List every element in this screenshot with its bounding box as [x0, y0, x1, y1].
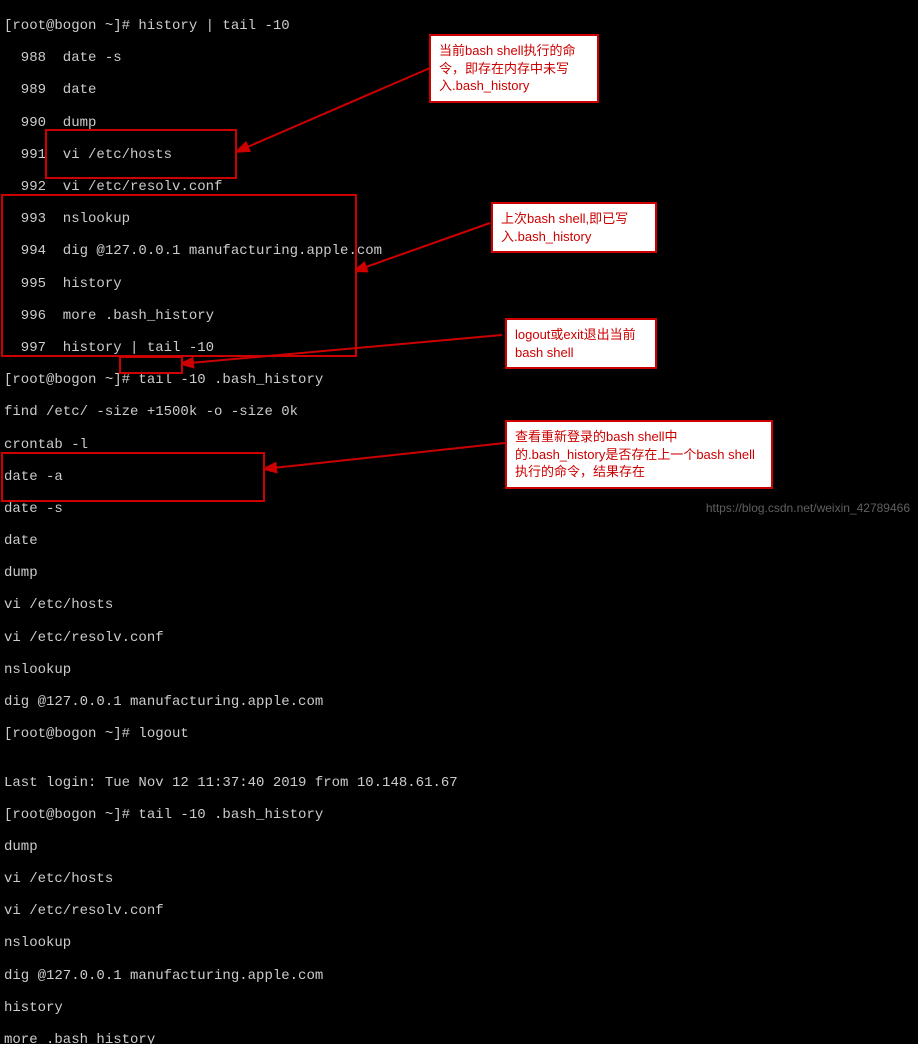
bashhist-line: date: [4, 533, 914, 549]
history-line: 994 dig @127.0.0.1 manufacturing.apple.c…: [4, 243, 914, 259]
bashhist2-line: history: [4, 1000, 914, 1016]
bashhist2-line: dump: [4, 839, 914, 855]
bashhist-line: vi /etc/hosts: [4, 597, 914, 613]
bashhist-line: nslookup: [4, 662, 914, 678]
watermark-text: https://blog.csdn.net/weixin_42789466: [706, 502, 910, 516]
history-line: 995 history: [4, 276, 914, 292]
history-line: 996 more .bash_history: [4, 308, 914, 324]
bashhist2-line: vi /etc/resolv.conf: [4, 903, 914, 919]
bashhist-line: dump: [4, 565, 914, 581]
prompt-line[interactable]: [root@bogon ~]# logout: [4, 726, 914, 742]
callout-current-shell: 当前bash shell执行的命令，即存在内存中未写入.bash_history: [429, 34, 599, 103]
bashhist2-line: nslookup: [4, 935, 914, 951]
callout-verify: 查看重新登录的bash shell中的.bash_history是否存在上一个b…: [505, 420, 773, 489]
history-line: 991 vi /etc/hosts: [4, 147, 914, 163]
history-line: 990 dump: [4, 115, 914, 131]
prompt-line[interactable]: [root@bogon ~]# tail -10 .bash_history: [4, 807, 914, 823]
bashhist2-line: dig @127.0.0.1 manufacturing.apple.com: [4, 968, 914, 984]
bashhist2-line: more .bash_history: [4, 1032, 914, 1044]
history-line: 997 history | tail -10: [4, 340, 914, 356]
lastlogin-line: Last login: Tue Nov 12 11:37:40 2019 fro…: [4, 775, 914, 791]
history-line: 993 nslookup: [4, 211, 914, 227]
prompt-line[interactable]: [root@bogon ~]# tail -10 .bash_history: [4, 372, 914, 388]
history-line: 992 vi /etc/resolv.conf: [4, 179, 914, 195]
prompt-line[interactable]: [root@bogon ~]# history | tail -10: [4, 18, 914, 34]
terminal-output: [root@bogon ~]# history | tail -10 988 d…: [0, 0, 918, 1044]
bashhist-line: vi /etc/resolv.conf: [4, 630, 914, 646]
callout-prev-shell: 上次bash shell,即已写入.bash_history: [491, 202, 657, 253]
bashhist-line: dig @127.0.0.1 manufacturing.apple.com: [4, 694, 914, 710]
bashhist-line: find /etc/ -size +1500k -o -size 0k: [4, 404, 914, 420]
bashhist2-line: vi /etc/hosts: [4, 871, 914, 887]
bashhist-line: date -a: [4, 469, 914, 485]
callout-logout: logout或exit退出当前bash shell: [505, 318, 657, 369]
bashhist-line: crontab -l: [4, 437, 914, 453]
